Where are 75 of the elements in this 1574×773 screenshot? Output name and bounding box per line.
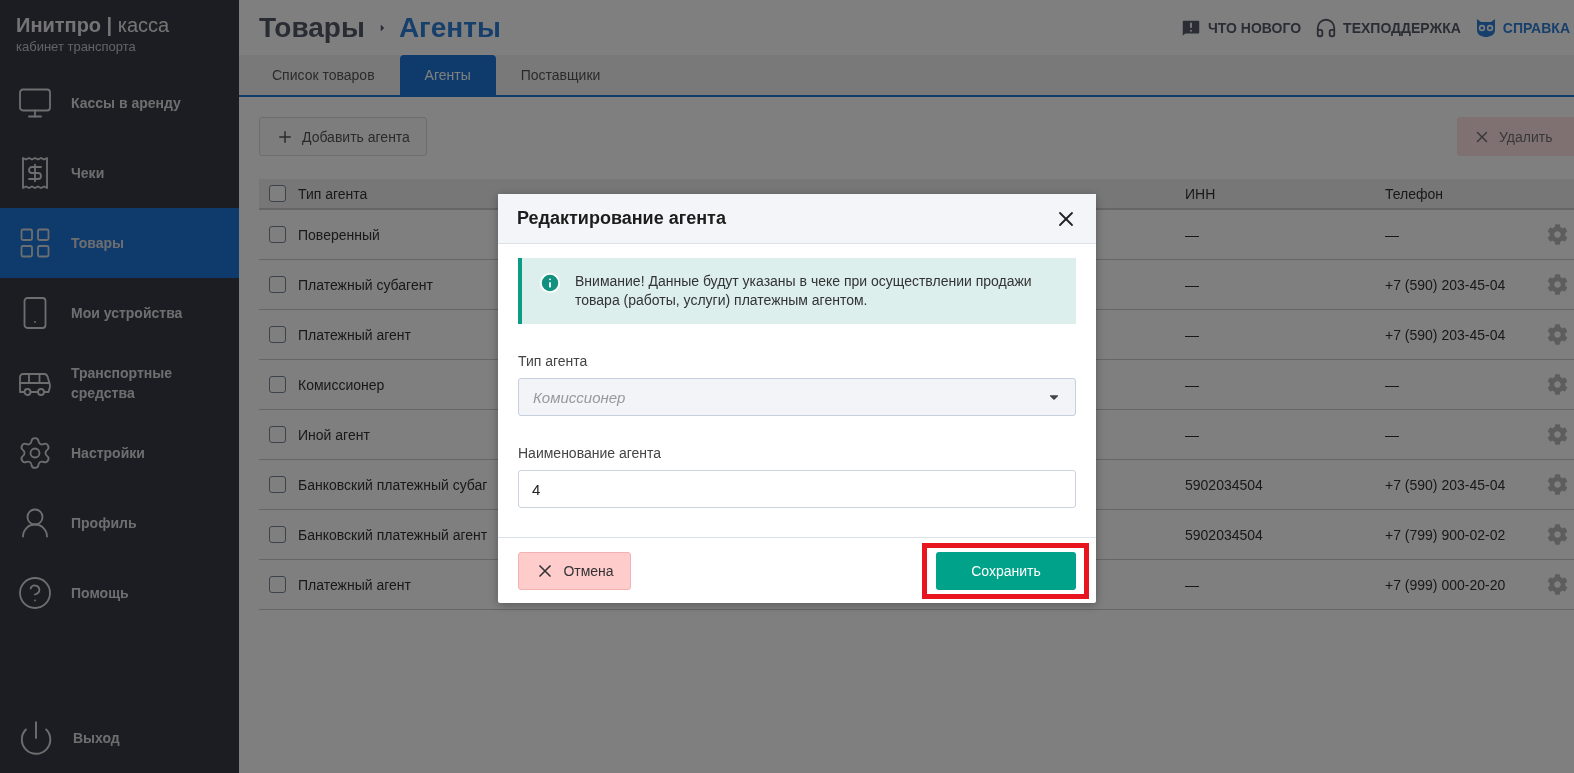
settings-icon[interactable] <box>1547 274 1568 295</box>
settings-icon[interactable] <box>1547 424 1568 445</box>
table-cell: Банковский платежный субаг <box>298 476 488 493</box>
settings-icon[interactable] <box>1547 474 1568 495</box>
table-cell: — <box>1185 426 1199 443</box>
table-cell: 5902034504 <box>1185 526 1263 543</box>
sidebar-item[interactable]: Мои устройства <box>0 278 239 348</box>
settings-icon[interactable] <box>1547 374 1568 395</box>
column-header: Телефон <box>1385 185 1444 202</box>
table-cell: — <box>1185 576 1199 593</box>
sidebar-item[interactable]: Кассы в аренду <box>0 68 239 138</box>
table-cell: Платежный агент <box>298 326 411 343</box>
tab[interactable]: Список товаров <box>247 55 400 95</box>
field-label: Тип агента <box>518 353 589 369</box>
sidebar-item[interactable]: Настройки <box>0 418 239 488</box>
settings-icon[interactable] <box>1547 574 1568 595</box>
checkbox[interactable] <box>269 185 286 202</box>
checkbox[interactable] <box>269 426 286 443</box>
table-cell: — <box>1385 376 1399 393</box>
save-button[interactable]: Сохранить <box>936 551 1076 590</box>
table-cell: — <box>1185 326 1199 343</box>
table-cell: Платежный субагент <box>298 276 433 293</box>
settings-icon[interactable] <box>1547 524 1568 545</box>
checkbox[interactable] <box>269 276 286 293</box>
table-cell: Комиссионер <box>298 376 385 393</box>
brand-subtitle: кабинет транспорта <box>16 39 137 54</box>
sidebar-item[interactable]: Транспортные средства <box>0 348 239 418</box>
owl-icon <box>1474 17 1497 38</box>
header-link[interactable]: СПРАВКА <box>1474 17 1570 38</box>
tab[interactable]: Поставщики <box>495 55 626 95</box>
checkbox[interactable] <box>269 376 286 393</box>
table-cell: — <box>1185 276 1199 293</box>
add-agent-button[interactable]: Добавить агента <box>259 117 427 156</box>
table-cell: Платежный агент <box>298 576 411 593</box>
help-icon <box>17 575 53 611</box>
breadcrumb-parent[interactable]: Товары <box>259 11 365 44</box>
headset-icon <box>1315 16 1338 39</box>
table-cell: Банковский платежный агент <box>298 526 488 543</box>
table-cell: 5902034504 <box>1185 476 1263 493</box>
sidebar-item[interactable]: Помощь <box>0 558 239 628</box>
header-link[interactable]: ТЕХПОДДЕРЖКА <box>1315 16 1461 39</box>
column-header: ИНН <box>1185 185 1216 202</box>
input-field[interactable]: 4 <box>518 470 1076 508</box>
tab[interactable]: Агенты <box>399 55 496 95</box>
table-cell: Иной агент <box>298 426 370 443</box>
table-cell: Поверенный <box>298 226 380 243</box>
dialog-title: Редактирование агента <box>517 208 726 229</box>
column-header: Тип агента <box>298 185 368 202</box>
logout-item[interactable]: Выход <box>0 703 239 773</box>
info-icon <box>539 272 561 294</box>
checkbox[interactable] <box>269 576 286 593</box>
cancel-button[interactable]: Отмена <box>518 551 631 590</box>
table-cell: +7 (590) 203-45-04 <box>1385 326 1506 343</box>
sidebar-item[interactable]: Товары <box>0 208 239 278</box>
checkbox[interactable] <box>269 326 286 343</box>
table-cell: — <box>1385 226 1399 243</box>
checkbox[interactable] <box>269 226 286 243</box>
checkbox[interactable] <box>269 526 286 543</box>
header-link[interactable]: ЧТО НОВОГО <box>1179 16 1302 39</box>
table-cell: +7 (999) 000-20-20 <box>1385 576 1506 593</box>
settings-icon[interactable] <box>1547 324 1568 345</box>
checkbox[interactable] <box>269 476 286 493</box>
table-cell: +7 (590) 203-45-04 <box>1385 476 1506 493</box>
table-cell: — <box>1385 426 1399 443</box>
field-label: Наименование агента <box>518 445 663 461</box>
sidebar-item[interactable]: Чеки <box>0 138 239 208</box>
settings-icon[interactable] <box>1547 224 1568 245</box>
brand-name: Инитпро | касса <box>16 14 171 37</box>
sidebar-item[interactable]: Профиль <box>0 488 239 558</box>
table-cell: +7 (799) 900-02-02 <box>1385 526 1506 543</box>
table-cell: — <box>1185 376 1199 393</box>
notice-text: Внимание! Данные будут указаны в чеке при осуществлении продажи товара (работы, услуги) платежным агентом. <box>575 272 1033 310</box>
table-cell: +7 (590) 203-45-04 <box>1385 276 1506 293</box>
table-cell: — <box>1185 226 1199 243</box>
breadcrumb-current: Агенты <box>398 11 501 44</box>
